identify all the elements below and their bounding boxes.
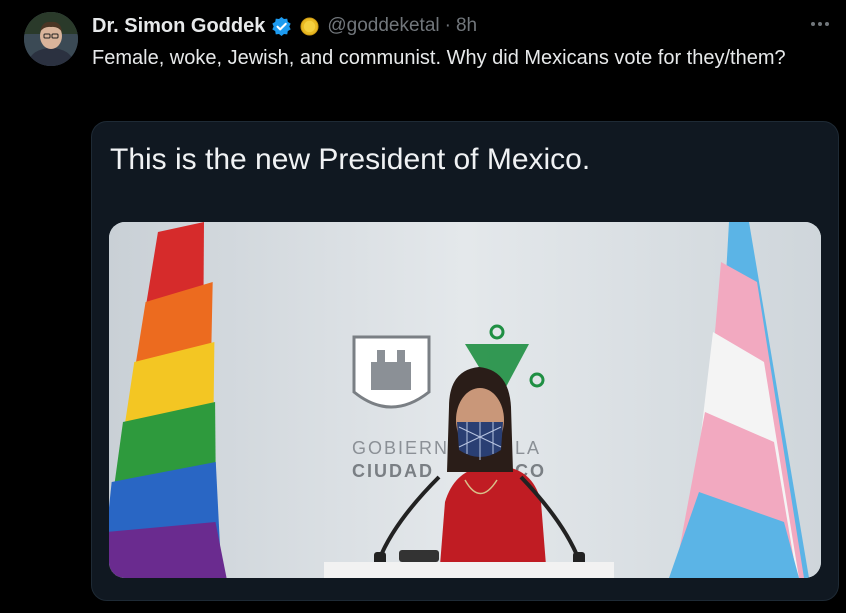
- tweet-header: Dr. Simon Goddek @goddeketal · 8h: [92, 12, 477, 40]
- avatar[interactable]: [24, 12, 78, 66]
- sign-text-1: GOBIERN: [352, 438, 449, 458]
- sign-text-1b: LA: [515, 438, 541, 458]
- quoted-photo[interactable]: GOBIERN LA CIUDAD CO: [109, 222, 821, 578]
- verified-badge-icon[interactable]: [271, 16, 292, 37]
- city-logo: [352, 335, 431, 409]
- gold-coin-icon[interactable]: [300, 16, 319, 36]
- sign-text-2: CIUDAD: [352, 461, 434, 481]
- tweet-text: Female, woke, Jewish, and communist. Why…: [92, 47, 786, 69]
- separator-dot: ·: [444, 15, 451, 36]
- more-options-icon[interactable]: [808, 14, 832, 34]
- author-handle[interactable]: @goddeketal: [327, 15, 439, 37]
- timestamp[interactable]: 8h: [456, 15, 477, 37]
- quoted-caption: This is the new President of Mexico.: [110, 143, 591, 176]
- quoted-card[interactable]: This is the new President of Mexico. GOB…: [91, 121, 839, 601]
- author-name[interactable]: Dr. Simon Goddek: [92, 15, 265, 38]
